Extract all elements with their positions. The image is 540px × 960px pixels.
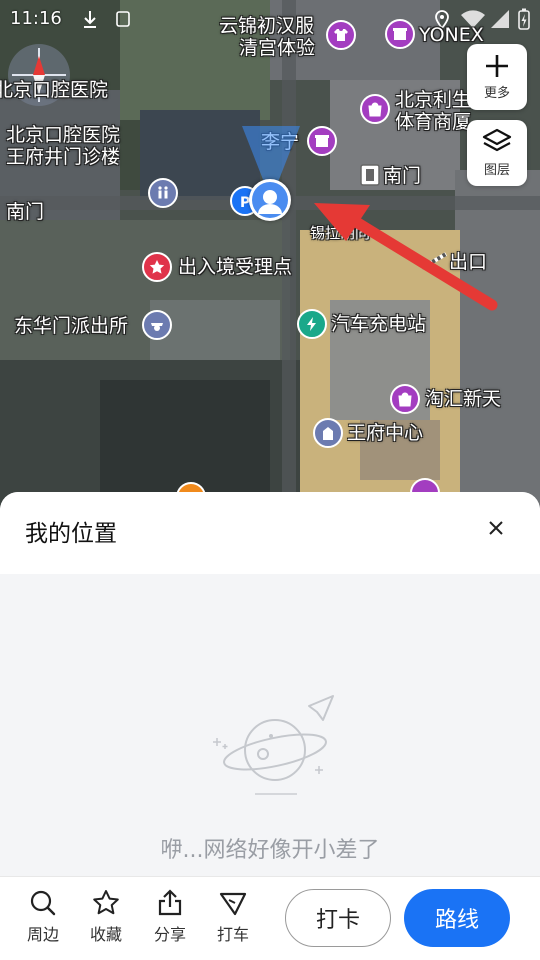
poi-label[interactable]: 北京口腔医院	[0, 79, 108, 101]
sim-icon	[116, 11, 130, 27]
poi-label[interactable]: 北京口腔医院	[6, 124, 120, 146]
more-button[interactable]: 更多	[467, 44, 527, 110]
poi-label[interactable]: 东华门派出所	[14, 315, 128, 337]
poi-label[interactable]: 云锦初汉服	[219, 15, 314, 37]
taxi-button[interactable]: 打车	[206, 889, 260, 945]
status-time: 11:16	[10, 8, 62, 29]
poi-label[interactable]: 南门	[383, 165, 421, 187]
poi-label[interactable]: 出入境受理点	[178, 256, 292, 278]
battery-icon	[518, 8, 530, 30]
favorite-label: 收藏	[89, 925, 122, 944]
police-pin-icon[interactable]	[142, 310, 172, 340]
clothing-pin-icon[interactable]	[326, 20, 356, 50]
poi-label[interactable]: 体育商厦	[395, 111, 471, 133]
star-pin-icon[interactable]	[142, 252, 172, 282]
taxi-flag-icon	[219, 892, 247, 916]
shopping-bag-pin-icon[interactable]	[390, 384, 420, 414]
shopping-bag-pin-icon[interactable]	[360, 94, 390, 124]
star-icon	[93, 890, 119, 915]
sheet-header: 我的位置	[0, 492, 540, 574]
building-pin-icon[interactable]	[313, 418, 343, 448]
user-location-marker[interactable]	[249, 179, 291, 221]
action-bar: 周边 收藏 分享 打车 打卡 路线	[0, 876, 540, 960]
gate-icon[interactable]	[358, 163, 382, 187]
share-icon	[158, 889, 182, 916]
annotation-arrow-icon	[314, 203, 498, 311]
nearby-label: 周边	[26, 925, 59, 944]
poi-label[interactable]: YONEX	[419, 24, 484, 46]
download-icon	[84, 11, 96, 28]
close-button[interactable]	[482, 514, 510, 542]
route-button[interactable]: 路线	[404, 889, 510, 947]
signal-icon	[491, 10, 509, 28]
poi-label[interactable]: 南门	[6, 201, 44, 223]
sheet-title: 我的位置	[25, 521, 117, 547]
favorite-button[interactable]: 收藏	[79, 889, 133, 945]
nearby-button[interactable]: 周边	[16, 889, 70, 945]
poi-label[interactable]: 王府中心	[347, 422, 423, 444]
store-pin-icon[interactable]	[307, 126, 337, 156]
share-button[interactable]: 分享	[143, 889, 197, 945]
satellite-map[interactable]: 11:16 云锦初汉服 清宫体验 YONEX 北京口腔医院 北京利生 体育商厦 …	[0, 0, 540, 520]
plus-icon	[486, 55, 508, 77]
poi-label[interactable]: 清宫体验	[239, 37, 315, 59]
network-error-message: 咿...网络好像开小差了	[160, 838, 380, 863]
close-icon	[489, 521, 503, 535]
search-icon	[30, 890, 56, 916]
poi-label[interactable]: 淘汇新天	[425, 388, 501, 410]
avatar-icon	[252, 182, 288, 218]
layers-icon	[482, 128, 512, 152]
share-label: 分享	[153, 925, 186, 944]
restroom-pin-icon[interactable]	[148, 178, 178, 208]
layers-button[interactable]: 图层	[467, 120, 527, 186]
poi-label[interactable]: 王府井门诊楼	[6, 146, 120, 168]
checkin-button[interactable]: 打卡	[285, 889, 391, 947]
shop-pin-icon[interactable]	[385, 19, 415, 49]
poi-label[interactable]: 北京利生	[395, 89, 471, 111]
layers-label: 图层	[483, 163, 510, 178]
planet-empty-state-icon	[213, 695, 334, 795]
taxi-label: 打车	[216, 925, 249, 944]
more-label: 更多	[483, 86, 510, 101]
